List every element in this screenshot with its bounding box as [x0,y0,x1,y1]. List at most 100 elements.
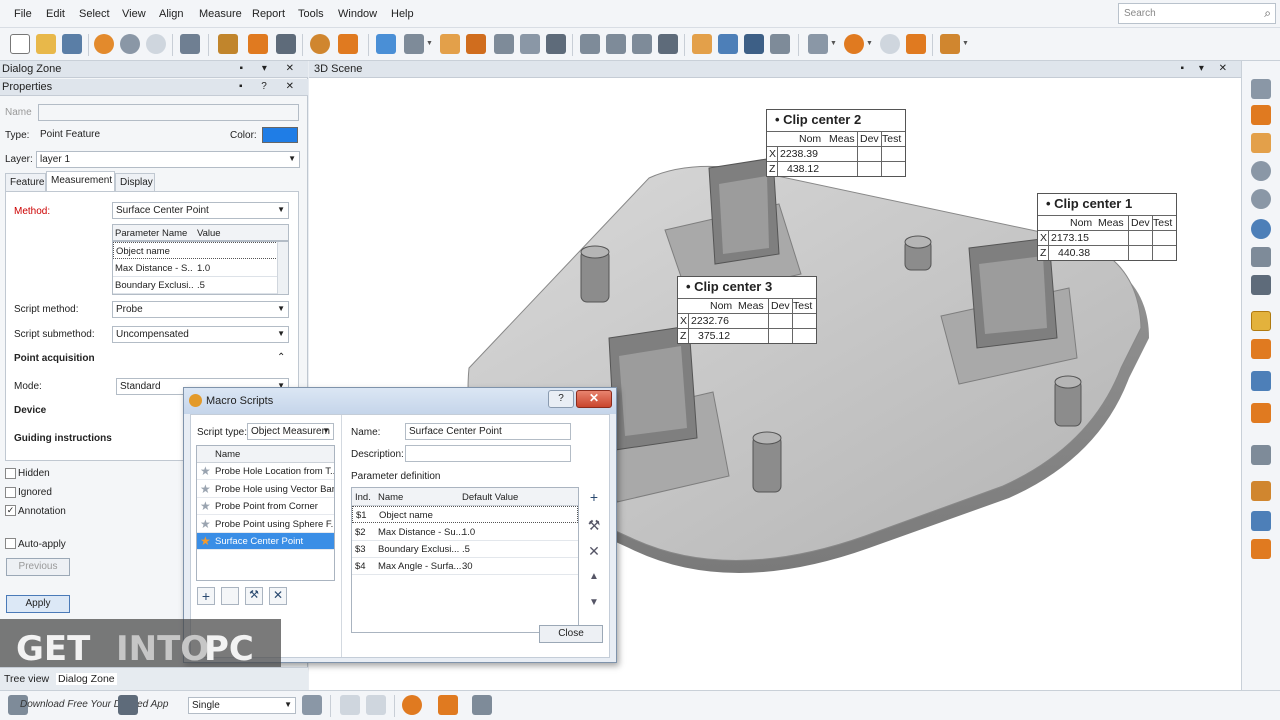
probe-settings-icon[interactable] [906,34,926,54]
point-icon[interactable] [472,695,492,715]
pause-icon[interactable] [880,34,900,54]
settings-icon[interactable] [1251,275,1271,295]
report-icon[interactable] [692,34,712,54]
axes-icon[interactable] [1251,79,1271,99]
table-row[interactable]: $4 Max Angle - Surfa... 30 [352,558,578,575]
new-script-icon[interactable] [221,587,239,605]
add-label-icon[interactable] [1251,403,1271,423]
search-icon[interactable]: ⌕ [1264,6,1271,21]
table-row[interactable]: Max Distance - S... 1.0 [113,260,278,277]
script-type-select[interactable]: Object Measurem ▼ [247,423,334,440]
param-scrollbar[interactable] [277,242,288,294]
probe-icon[interactable] [310,34,330,54]
forward-icon[interactable] [366,695,386,715]
hidden-checkbox[interactable] [5,468,16,479]
close-x-button[interactable]: ✕ [576,390,612,408]
wrench-icon[interactable] [1251,371,1271,391]
list-item[interactable]: ★ Probe Point from Corner [197,498,334,515]
param-def-table[interactable]: Ind. Name Default Value $1 Object name $… [351,487,579,633]
list-item-selected[interactable]: ★ Surface Center Point [197,533,334,550]
hand-probe-icon[interactable] [440,34,460,54]
menu-measure[interactable]: Measure [199,8,242,20]
table-icon[interactable] [744,34,764,54]
tab-measurement[interactable]: Measurement [46,171,115,191]
redo-icon[interactable] [146,34,166,54]
chevron-down-icon[interactable]: ▼ [866,40,873,47]
ignored-checkbox[interactable] [5,487,16,498]
target-icon[interactable] [402,695,422,715]
export-icon[interactable] [1251,539,1271,559]
binary-icon[interactable] [276,34,296,54]
param-table[interactable]: Object name Max Distance - S... 1.0 Boun… [112,241,289,295]
move-up-icon[interactable]: ▲ [585,571,603,589]
rotate-icon[interactable] [1251,189,1271,209]
undo-icon[interactable] [94,34,114,54]
text-annotation-icon[interactable] [658,34,678,54]
menu-report[interactable]: Report [252,8,285,20]
chevron-down-icon[interactable]: ▼ [962,40,969,47]
tab-display[interactable]: Display [115,173,155,191]
move-down-icon[interactable]: ▼ [585,597,603,615]
grid-icon[interactable] [546,34,566,54]
autoapply-checkbox[interactable] [5,538,16,549]
zoom-fit-icon[interactable] [1251,161,1271,181]
script-list[interactable]: Name ★ Probe Hole Location from T... ★ Pro… [196,445,335,581]
bird-icon[interactable] [1251,511,1271,531]
method-select[interactable]: Surface Center Point ▼ [112,202,289,219]
panel-controls[interactable]: ▪ ▾ ✕ [1181,63,1234,74]
new-file-icon[interactable] [10,34,30,54]
cube-icon[interactable] [376,34,396,54]
table-row[interactable]: $2 Max Distance - Su... 1.0 [352,524,578,541]
edit-param-icon[interactable]: ⚒ [585,517,603,535]
description-field[interactable] [405,445,571,462]
surface-icon[interactable] [404,34,424,54]
annotation-icon[interactable] [1251,339,1271,359]
add-icon[interactable]: + [197,587,215,605]
list-item[interactable]: ★ Probe Hole Location from T... [197,463,334,480]
apply-button[interactable]: Apply [6,595,70,613]
add-param-icon[interactable]: + [585,489,603,507]
layout-icon[interactable] [118,695,138,715]
dialog-titlebar[interactable]: Macro Scripts ? ✕ [184,388,616,414]
list-item[interactable]: ★ Probe Point using Sphere F... [197,516,334,533]
angle-icon[interactable] [606,34,626,54]
snap-icon[interactable] [248,34,268,54]
pick-icon[interactable] [302,695,322,715]
help-button[interactable]: ? [548,390,574,408]
menu-help[interactable]: Help [391,8,414,20]
menu-file[interactable]: File [14,8,32,20]
alignment-icon[interactable] [338,34,358,54]
menu-select[interactable]: Select [79,8,110,20]
chart-icon[interactable] [940,34,960,54]
undo-history-icon[interactable] [120,34,140,54]
collapse-icon[interactable]: ⌃ [277,352,285,363]
camera-icon[interactable] [770,34,790,54]
color-swatch[interactable] [262,127,298,143]
delete-icon[interactable]: ✕ [269,587,287,605]
save-icon[interactable] [62,34,82,54]
open-folder-icon[interactable] [36,34,56,54]
play-icon[interactable] [844,34,864,54]
search-input[interactable]: Search ⌕ [1118,3,1276,24]
label-clip-center-1[interactable]: • Clip center 1 Nom Meas Dev Test X 2173… [1037,193,1177,261]
zoom-icon[interactable] [520,34,540,54]
measure-icon[interactable] [580,34,600,54]
settings-icon[interactable] [180,34,200,54]
label-clip-center-3[interactable]: • Clip center 3 Nom Meas Dev Test X 2232… [677,276,817,344]
script-submethod-select[interactable]: Uncompensated ▼ [112,326,289,343]
menu-align[interactable]: Align [159,8,183,20]
table-row[interactable]: $1 Object name [352,506,578,523]
add-report-icon[interactable] [718,34,738,54]
plane-icon[interactable] [1251,133,1271,153]
label-clip-center-2[interactable]: • Clip center 2 Nom Meas Dev Test X 2238… [766,109,906,177]
line-tool-icon[interactable] [466,34,486,54]
menu-edit[interactable]: Edit [46,8,65,20]
delete-param-icon[interactable]: ✕ [585,543,603,561]
view-icon[interactable] [808,34,828,54]
table-row[interactable]: Boundary Exclusi... .5 [113,277,278,294]
table-row[interactable]: $3 Boundary Exclusi... .5 [352,541,578,558]
select-point-icon[interactable] [218,34,238,54]
script-name-field[interactable]: Surface Center Point [405,423,571,440]
tab-dialog-zone[interactable]: Dialog Zone [56,673,117,685]
script-method-select[interactable]: Probe ▼ [112,301,289,318]
